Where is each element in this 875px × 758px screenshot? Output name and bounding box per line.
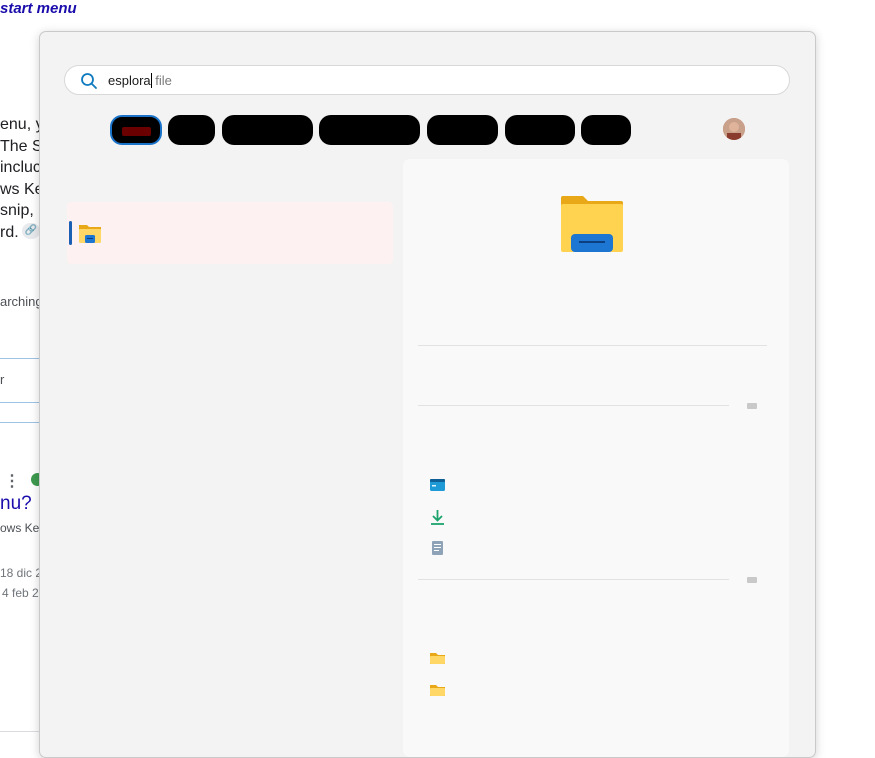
divider-line: [0, 402, 40, 403]
filter-tab-all[interactable]: [110, 115, 162, 145]
folder-icon[interactable]: [429, 682, 446, 698]
background-row-text: r: [0, 372, 5, 387]
background-question-title[interactable]: nu?: [0, 493, 32, 515]
filter-tab[interactable]: [168, 115, 215, 145]
expand-icon[interactable]: [747, 577, 757, 583]
document-icon[interactable]: [429, 540, 446, 556]
file-explorer-icon: [79, 225, 101, 243]
start-menu-panel: esplora file: [39, 31, 816, 758]
avatar-image: [723, 118, 745, 140]
user-avatar[interactable]: [723, 118, 745, 140]
divider-line: [418, 405, 729, 406]
divider-line: [0, 731, 40, 732]
divider-line: [0, 358, 40, 359]
search-input[interactable]: esplora file: [108, 73, 172, 88]
more-options-icon[interactable]: ⋮: [4, 471, 20, 491]
background-date: 4 feb 2: [2, 586, 39, 600]
divider-line: [0, 422, 40, 423]
filter-tab[interactable]: [505, 115, 575, 145]
terminal-icon[interactable]: [429, 477, 446, 493]
best-match-result[interactable]: [67, 202, 393, 264]
filter-tab[interactable]: [581, 115, 631, 145]
expand-icon[interactable]: [747, 403, 757, 409]
search-typed-text: esplora: [108, 73, 151, 88]
search-icon: [81, 73, 97, 89]
divider-line: [418, 579, 729, 580]
search-suggestion-text: file: [151, 73, 172, 88]
redacted-label: [122, 127, 151, 136]
download-icon[interactable]: [429, 509, 446, 525]
background-snippet: arching: [0, 294, 43, 309]
filter-tab[interactable]: [427, 115, 498, 145]
preview-pane: [403, 159, 789, 757]
search-box[interactable]: esplora file: [64, 65, 790, 95]
selection-indicator: [69, 221, 72, 245]
background-date: 18 dic 2: [0, 566, 43, 580]
folder-icon[interactable]: [429, 650, 446, 666]
filter-tab[interactable]: [222, 115, 313, 145]
file-explorer-icon: [561, 196, 623, 252]
divider-line: [418, 345, 767, 346]
background-page-title[interactable]: start menu: [0, 0, 77, 17]
link-icon[interactable]: 🔗: [22, 223, 40, 239]
filter-tab[interactable]: [319, 115, 420, 145]
